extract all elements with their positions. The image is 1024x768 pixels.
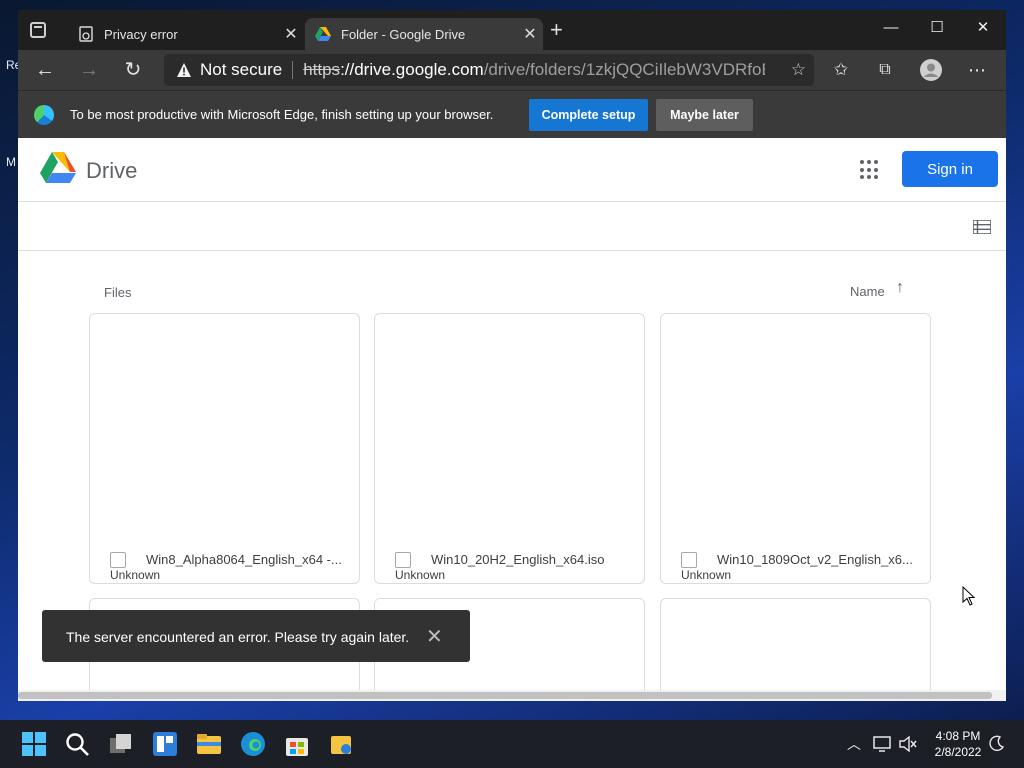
infobar-message: To be most productive with Microsoft Edg… (70, 107, 494, 122)
new-tab-icon[interactable]: + (550, 19, 563, 41)
tab-label: Privacy error (104, 26, 178, 42)
tab-actions-icon[interactable] (30, 22, 46, 38)
file-card[interactable]: Win10_20H2_English_x64.iso Unknown (374, 313, 645, 584)
folder-user-icon[interactable] (327, 730, 355, 758)
horizontal-scrollbar[interactable] (18, 690, 1006, 701)
widgets-icon[interactable] (151, 730, 179, 758)
edge-setup-infobar: To be most productive with Microsoft Edg… (18, 90, 1006, 138)
tab-bar: Privacy error ✕ Folder - Google Drive ✕ … (18, 10, 1006, 50)
add-favorite-icon[interactable]: ☆ (791, 60, 806, 80)
back-icon[interactable]: ← (30, 56, 60, 84)
volume-muted-icon[interactable] (899, 736, 917, 752)
mouse-cursor-icon (962, 586, 976, 606)
list-view-icon[interactable] (973, 220, 991, 234)
browser-window: Privacy error ✕ Folder - Google Drive ✕ … (18, 10, 1006, 701)
file-card[interactable] (660, 598, 931, 698)
network-icon[interactable] (873, 736, 891, 752)
start-icon[interactable] (20, 730, 48, 758)
focus-assist-icon[interactable] (989, 735, 1005, 751)
microsoft-store-icon[interactable] (283, 730, 311, 758)
tab-label: Folder - Google Drive (341, 26, 466, 42)
edge-browser-icon[interactable] (239, 730, 267, 758)
favorites-icon[interactable]: ✩ (826, 56, 856, 84)
file-card[interactable]: Win8_Alpha8064_English_x64 -... Unknown (89, 313, 360, 584)
file-type: Unknown (395, 568, 446, 582)
show-hidden-icons-icon[interactable]: ︿ (847, 734, 861, 754)
refresh-icon[interactable]: ↻ (118, 56, 148, 84)
clock-time: 4:08 PM (935, 729, 981, 743)
complete-setup-button[interactable]: Complete setup (529, 99, 648, 131)
taskbar: ︿ 4:08 PM 2/8/2022 (0, 720, 1024, 768)
file-name: Win8_Alpha8064_English_x64 -... (146, 552, 342, 567)
warning-icon (177, 63, 191, 77)
page-error-icon (79, 26, 93, 42)
file-name: Win10_1809Oct_v2_English_x6... (717, 552, 913, 567)
file-name: Win10_20H2_English_x64.iso (431, 552, 605, 567)
file-card[interactable]: Win10_1809Oct_v2_English_x6... Unknown (660, 313, 931, 584)
file-type: Unknown (110, 568, 161, 582)
sign-in-button[interactable]: Sign in (902, 151, 998, 187)
desktop-icon-label: M (6, 155, 16, 169)
file-checkbox[interactable] (681, 552, 697, 568)
navigation-toolbar: ← → ↻ Not secure https://drive.google.co… (18, 50, 1006, 90)
google-drive-icon (315, 27, 331, 41)
google-drive-logo-icon[interactable] (40, 152, 76, 184)
file-explorer-icon[interactable] (195, 730, 223, 758)
url-text[interactable]: https://drive.google.com/drive/folders/1… (303, 60, 765, 80)
search-icon[interactable] (63, 730, 91, 758)
collections-icon[interactable]: ⧉ (870, 56, 900, 84)
close-tab-icon[interactable]: ✕ (517, 24, 543, 44)
maybe-later-button[interactable]: Maybe later (656, 99, 753, 131)
error-snackbar: The server encountered an error. Please … (42, 610, 470, 662)
scrollbar-thumb[interactable] (18, 692, 992, 699)
task-view-icon[interactable] (107, 730, 135, 758)
sort-by-name[interactable]: Name (850, 284, 885, 299)
more-menu-icon[interactable]: ⋯ (962, 56, 992, 84)
minimize-icon[interactable]: — (868, 14, 914, 42)
close-window-icon[interactable]: ✕ (960, 14, 1006, 42)
forward-icon[interactable]: → (74, 56, 104, 84)
tab-google-drive[interactable]: Folder - Google Drive ✕ (305, 18, 543, 50)
system-clock[interactable]: 4:08 PM 2/8/2022 (928, 728, 988, 760)
address-bar[interactable]: Not secure https://drive.google.com/driv… (164, 54, 814, 86)
close-tab-icon[interactable]: ✕ (278, 24, 304, 44)
security-status[interactable]: Not secure (200, 60, 282, 80)
sort-ascending-icon[interactable]: ↑ (896, 279, 904, 297)
files-section-label: Files (104, 285, 132, 300)
clock-date: 2/8/2022 (934, 745, 982, 759)
drive-header: Drive Sign in (18, 138, 1006, 202)
maximize-icon[interactable]: ☐ (914, 14, 960, 42)
drive-page: Drive Sign in Files Name ↑ Win8_Alpha806… (18, 138, 1006, 701)
profile-avatar-icon[interactable] (920, 59, 942, 81)
error-message: The server encountered an error. Please … (66, 629, 410, 645)
tab-privacy-error[interactable]: Privacy error ✕ (68, 18, 304, 50)
drive-subbar (18, 202, 1006, 251)
file-type: Unknown (681, 568, 732, 582)
file-checkbox[interactable] (110, 552, 126, 568)
divider (292, 61, 294, 79)
edge-logo-icon (34, 105, 54, 125)
close-icon[interactable]: ✕ (426, 624, 443, 649)
google-apps-icon[interactable] (860, 160, 880, 180)
file-checkbox[interactable] (395, 552, 411, 568)
drive-title[interactable]: Drive (86, 158, 137, 184)
